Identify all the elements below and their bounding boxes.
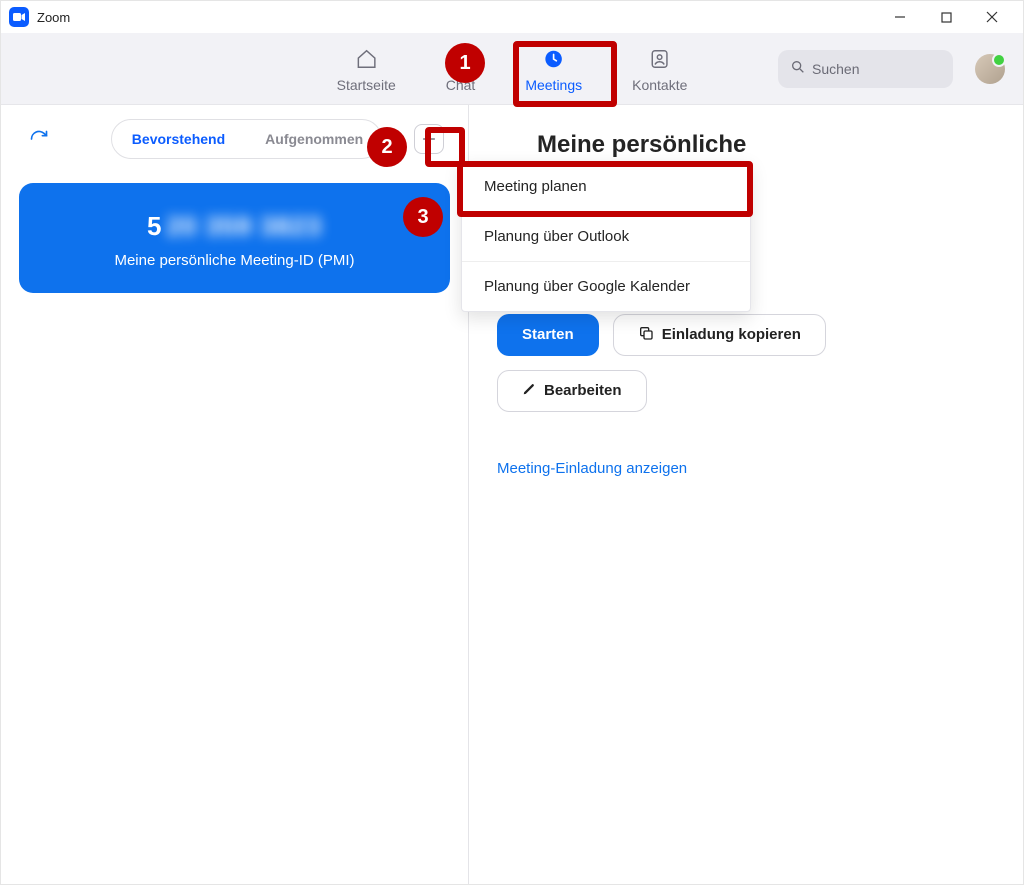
window-title: Zoom bbox=[37, 10, 70, 25]
seg-recorded[interactable]: Aufgenommen bbox=[245, 121, 382, 157]
tab-meetings-label: Meetings bbox=[525, 77, 582, 93]
add-meeting-button[interactable] bbox=[414, 124, 444, 154]
maximize-button[interactable] bbox=[923, 1, 969, 33]
start-button-label: Starten bbox=[522, 326, 574, 343]
edit-button[interactable]: Bearbeiten bbox=[497, 370, 647, 412]
search-placeholder: Suchen bbox=[812, 61, 859, 77]
tab-chat-label: Chat bbox=[446, 77, 476, 93]
search-input[interactable]: Suchen bbox=[778, 50, 953, 88]
search-icon bbox=[790, 59, 806, 78]
pmi-number: 520 359 3823 bbox=[39, 211, 430, 242]
add-dropdown: Meeting planen Planung über Outlook Plan… bbox=[461, 161, 751, 312]
tab-chat[interactable]: Chat bbox=[438, 41, 484, 97]
tab-contacts[interactable]: Kontakte bbox=[624, 41, 695, 97]
copy-icon bbox=[638, 325, 654, 345]
top-nav: Startseite Chat Meetings Kontakte Suchen bbox=[1, 33, 1023, 105]
copy-invitation-button[interactable]: Einladung kopieren bbox=[613, 314, 826, 356]
tab-contacts-label: Kontakte bbox=[632, 77, 687, 93]
zoom-logo-icon bbox=[9, 7, 29, 27]
clock-icon bbox=[540, 45, 568, 73]
dd-item-outlook[interactable]: Planung über Outlook bbox=[462, 211, 750, 261]
titlebar: Zoom bbox=[1, 1, 1023, 33]
edit-button-label: Bearbeiten bbox=[544, 382, 622, 399]
avatar[interactable] bbox=[975, 54, 1005, 84]
tab-home-label: Startseite bbox=[337, 77, 396, 93]
tab-meetings[interactable]: Meetings bbox=[517, 41, 590, 97]
pmi-label: Meine persönliche Meeting-ID (PMI) bbox=[39, 252, 430, 269]
tab-home[interactable]: Startseite bbox=[329, 41, 404, 97]
segmented-control: Bevorstehend Aufgenommen bbox=[111, 119, 382, 159]
chat-icon bbox=[447, 45, 475, 73]
dd-item-google[interactable]: Planung über Google Kalender bbox=[462, 261, 750, 311]
close-button[interactable] bbox=[969, 1, 1015, 33]
dd-item-schedule[interactable]: Meeting planen bbox=[462, 162, 750, 211]
minimize-button[interactable] bbox=[877, 1, 923, 33]
start-button[interactable]: Starten bbox=[497, 314, 599, 356]
copy-button-label: Einladung kopieren bbox=[662, 326, 801, 343]
contacts-icon bbox=[646, 45, 674, 73]
refresh-button[interactable] bbox=[25, 125, 53, 153]
show-invitation-link[interactable]: Meeting-Einladung anzeigen bbox=[497, 460, 995, 477]
pencil-icon bbox=[522, 382, 536, 400]
left-pane: Bevorstehend Aufgenommen 520 359 3823 Me… bbox=[1, 105, 469, 884]
pmi-card[interactable]: 520 359 3823 Meine persönliche Meeting-I… bbox=[19, 183, 450, 293]
home-icon bbox=[352, 45, 380, 73]
seg-upcoming[interactable]: Bevorstehend bbox=[112, 121, 245, 157]
